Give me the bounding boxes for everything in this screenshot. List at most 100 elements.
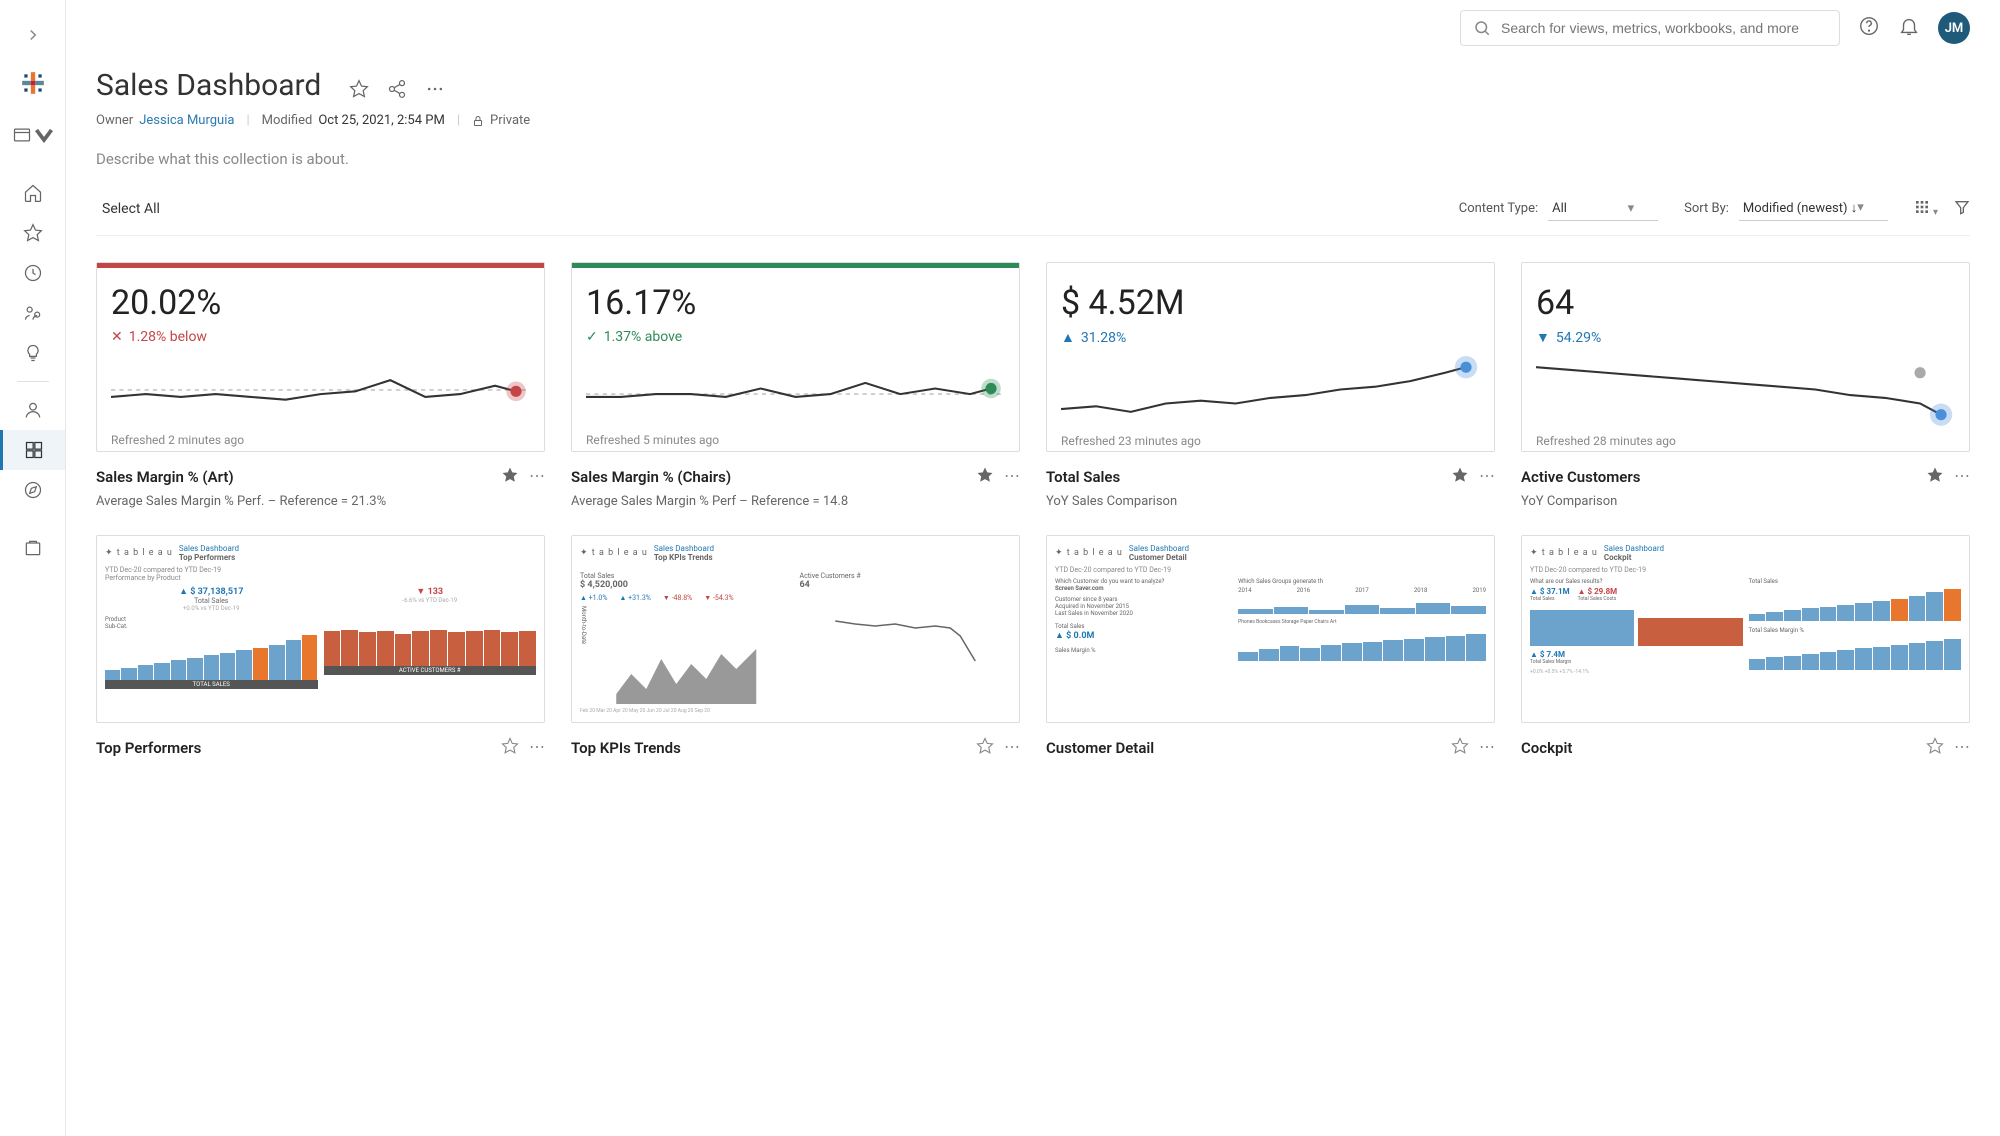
view-thumbnail[interactable]: ✦ t a b l e a uSales DashboardCockpit YT…: [1521, 535, 1970, 723]
metric-tile[interactable]: 64 ▼54.29% Refreshed 28 minutes ago: [1521, 262, 1970, 452]
thumb-logo: ✦ t a b l e a u: [105, 548, 173, 558]
search-input[interactable]: [1501, 20, 1827, 36]
view-thumbnail[interactable]: ✦ t a b l e a uSales DashboardTop Perfor…: [96, 535, 545, 723]
card-more-icon[interactable]: ⋯: [1954, 466, 1970, 488]
nav-collections[interactable]: [0, 430, 65, 470]
metric-tile[interactable]: 20.02% ✕1.28% below Refreshed 2 minutes …: [96, 262, 545, 452]
card-title[interactable]: Top Performers: [96, 739, 201, 757]
thumb-logo: ✦ t a b l e a u: [1055, 548, 1123, 558]
description-placeholder[interactable]: Describe what this collection is about.: [96, 150, 1970, 168]
card-subtitle: Average Sales Margin % Perf – Reference …: [571, 494, 1020, 509]
sort-by-control[interactable]: Sort By: Modified (newest) ↓ ▾: [1684, 196, 1888, 221]
content-type-value: All: [1552, 201, 1567, 216]
metric-change: ▲31.28%: [1061, 329, 1480, 346]
sort-by-label: Sort By:: [1684, 201, 1729, 216]
nav-external[interactable]: [0, 528, 65, 568]
owner-label: Owner: [96, 113, 133, 128]
filter-button[interactable]: [1954, 199, 1970, 219]
card-title[interactable]: Active Customers: [1521, 468, 1640, 486]
more-actions-button[interactable]: [425, 79, 445, 103]
status-bar: [97, 263, 544, 268]
page-header: Sales Dashboard Owner Jessica Murguia | …: [96, 68, 1970, 168]
content: Sales Dashboard Owner Jessica Murguia | …: [66, 56, 2000, 1136]
metric-card: $ 4.52M ▲31.28% Refreshed 23 minutes ago…: [1046, 262, 1495, 509]
check-icon: ✓: [586, 329, 598, 345]
star-icon[interactable]: [976, 737, 994, 759]
tableau-logo-icon: [20, 70, 46, 100]
user-avatar[interactable]: JM: [1938, 12, 1970, 44]
star-icon[interactable]: [1926, 466, 1944, 488]
nav-explore[interactable]: [0, 470, 65, 510]
search-box[interactable]: [1460, 10, 1840, 46]
cross-icon: ✕: [111, 329, 123, 345]
refresh-time: Refreshed 5 minutes ago: [586, 433, 1005, 447]
card-more-icon[interactable]: ⋯: [1479, 466, 1495, 488]
card-title[interactable]: Customer Detail: [1046, 739, 1154, 757]
content-grid: 20.02% ✕1.28% below Refreshed 2 minutes …: [96, 262, 1970, 759]
notifications-icon[interactable]: [1898, 15, 1920, 41]
metric-value: 20.02%: [111, 283, 530, 323]
card-more-icon[interactable]: ⋯: [529, 466, 545, 488]
page-title: Sales Dashboard: [96, 68, 321, 103]
nav-projects-icon[interactable]: [0, 115, 65, 155]
topbar: JM: [66, 0, 2000, 56]
card-more-icon[interactable]: ⋯: [1479, 737, 1495, 759]
view-thumbnail[interactable]: ✦ t a b l e a uSales DashboardCustomer D…: [1046, 535, 1495, 723]
sidebar-expand-button[interactable]: [0, 15, 65, 55]
status-bar: [572, 263, 1019, 268]
metric-tile[interactable]: $ 4.52M ▲31.28% Refreshed 23 minutes ago: [1046, 262, 1495, 452]
card-subtitle: YoY Sales Comparison: [1046, 494, 1495, 509]
view-card: ✦ t a b l e a uSales DashboardTop Perfor…: [96, 535, 545, 759]
star-icon[interactable]: [1926, 737, 1944, 759]
sidebar: [0, 0, 66, 1136]
card-more-icon[interactable]: ⋯: [1004, 466, 1020, 488]
nav-personal[interactable]: [0, 390, 65, 430]
nav-shared[interactable]: [0, 293, 65, 333]
star-icon[interactable]: [501, 466, 519, 488]
main-area: JM Sales Dashboard Owner Jessica Murguia…: [66, 0, 2000, 1136]
card-title[interactable]: Sales Margin % (Art): [96, 468, 234, 486]
card-title[interactable]: Total Sales: [1046, 468, 1120, 486]
share-button[interactable]: [387, 79, 407, 103]
card-more-icon[interactable]: ⋯: [1954, 737, 1970, 759]
content-type-filter[interactable]: Content Type: All ▾: [1459, 197, 1658, 221]
metric-card: 16.17% ✓1.37% above Refreshed 5 minutes …: [571, 262, 1020, 509]
privacy-value: Private: [490, 113, 530, 128]
select-all-button[interactable]: Select All: [96, 201, 160, 217]
sparkline: [1536, 354, 1955, 428]
lock-icon: [472, 115, 484, 127]
card-title[interactable]: Sales Margin % (Chairs): [571, 468, 731, 486]
owner-link[interactable]: Jessica Murguia: [139, 113, 234, 128]
metric-change: ✓1.37% above: [586, 329, 1005, 345]
metric-tile[interactable]: 16.17% ✓1.37% above Refreshed 5 minutes …: [571, 262, 1020, 452]
card-subtitle: YoY Comparison: [1521, 494, 1970, 509]
view-thumbnail[interactable]: ✦ t a b l e a uSales DashboardTop KPIs T…: [571, 535, 1020, 723]
card-more-icon[interactable]: ⋯: [529, 737, 545, 759]
star-icon[interactable]: [1451, 737, 1469, 759]
content-type-label: Content Type:: [1459, 201, 1538, 216]
metric-card: 20.02% ✕1.28% below Refreshed 2 minutes …: [96, 262, 545, 509]
star-icon[interactable]: [1451, 466, 1469, 488]
metric-value: $ 4.52M: [1061, 283, 1480, 323]
nav-divider: [17, 381, 49, 382]
help-icon[interactable]: [1858, 15, 1880, 41]
star-icon[interactable]: [501, 737, 519, 759]
search-icon: [1473, 19, 1491, 37]
sparkline: [111, 353, 530, 427]
sparkline: [586, 353, 1005, 427]
sort-by-value: Modified (newest) ↓: [1743, 201, 1857, 216]
card-title[interactable]: Top KPIs Trends: [571, 739, 681, 757]
nav-recommendations[interactable]: [0, 333, 65, 373]
refresh-time: Refreshed 28 minutes ago: [1536, 434, 1955, 448]
header-meta: Owner Jessica Murguia | Modified Oct 25,…: [96, 113, 1970, 128]
nav-home[interactable]: [0, 173, 65, 213]
card-title[interactable]: Cockpit: [1521, 739, 1572, 757]
star-icon[interactable]: [976, 466, 994, 488]
nav-recents[interactable]: [0, 253, 65, 293]
nav-favorites[interactable]: [0, 213, 65, 253]
metric-value: 64: [1536, 283, 1955, 323]
modified-value: Oct 25, 2021, 2:54 PM: [318, 113, 444, 128]
view-mode-grid[interactable]: ▾: [1914, 199, 1938, 219]
card-more-icon[interactable]: ⋯: [1004, 737, 1020, 759]
favorite-button[interactable]: [349, 79, 369, 103]
